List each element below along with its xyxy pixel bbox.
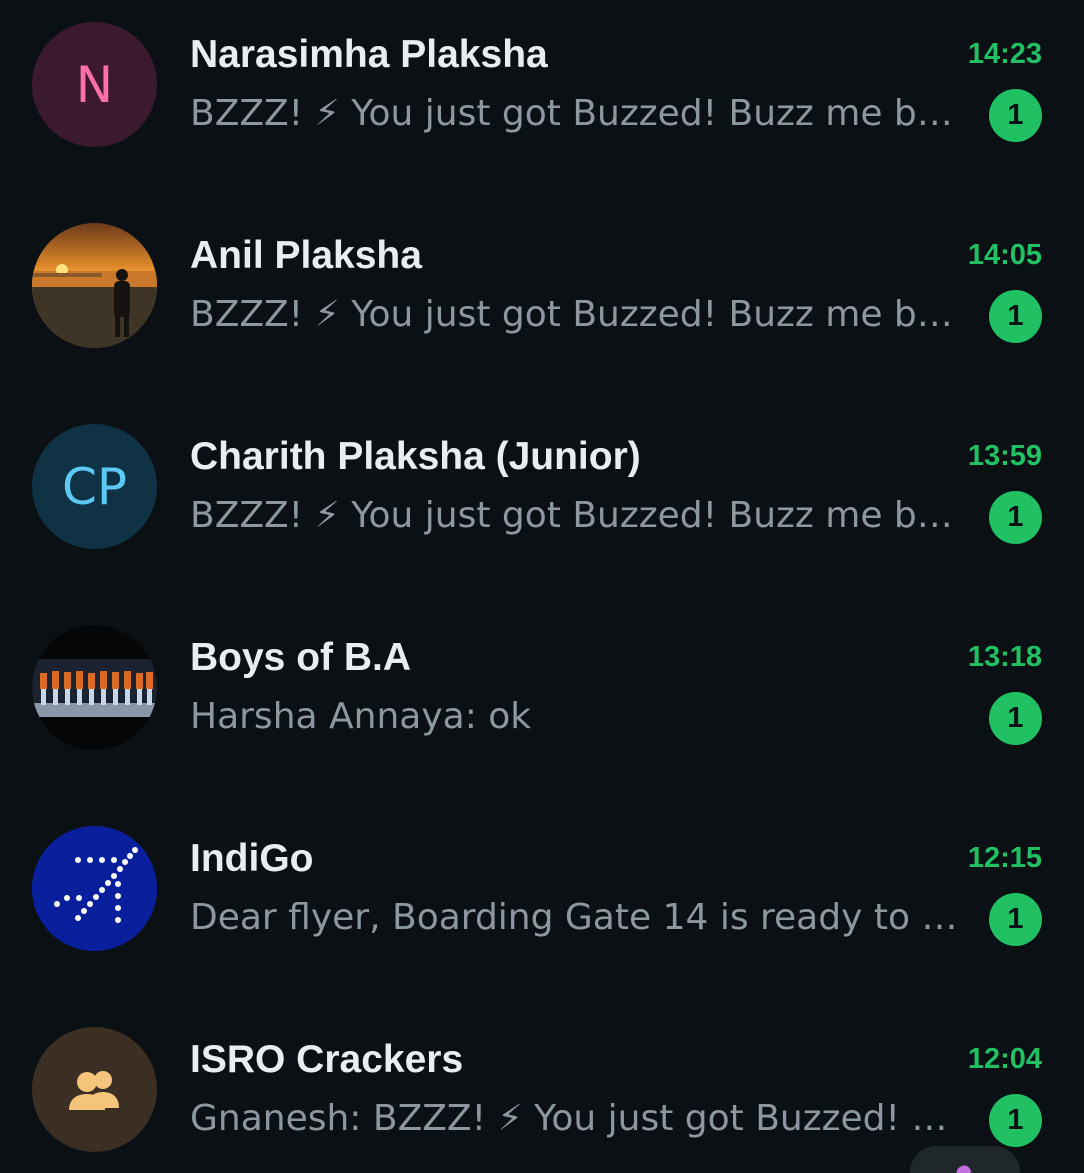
message-time: 12:15 [967,842,1042,874]
unread-badge: 1 [989,1094,1042,1147]
unread-badge: 1 [989,893,1042,946]
chat-row-indigo[interactable]: IndiGo 12:15 Dear flyer, Boarding Gate 1… [0,804,1084,1005]
message-preview: BZZZ! ⚡ You just got Buzzed! Buzz me bac… [190,93,960,134]
unread-badge: 1 [989,491,1042,544]
unread-badge: 1 [989,89,1042,142]
group-icon [68,1070,119,1110]
avatar[interactable]: CP [32,424,157,549]
message-preview: Harsha Annaya: ok [190,696,532,737]
message-preview: BZZZ! ⚡ You just got Buzzed! Buzz me bac… [190,495,960,536]
sunset-photo-icon [32,223,157,348]
chat-list: N Narasimha Plaksha 14:23 BZZZ! ⚡ You ju… [0,0,1084,1173]
avatar[interactable] [32,223,157,348]
ai-icon [954,1163,972,1173]
contact-name: ISRO Crackers [190,1038,464,1081]
message-time: 14:23 [967,38,1042,70]
message-preview: Gnanesh: BZZZ! ⚡ You just got Buzzed! Bu… [190,1098,960,1139]
unread-badge: 1 [989,692,1042,745]
message-preview: BZZZ! ⚡ You just got Buzzed! Buzz me bac… [190,294,960,335]
contact-name: Narasimha Plaksha [190,33,548,76]
group-photo-icon [32,625,157,750]
unread-badge: 1 [989,290,1042,343]
contact-name: Anil Plaksha [190,234,422,277]
message-preview: Dear flyer, Boarding Gate 14 is ready to… [190,897,960,938]
message-time: 13:59 [967,440,1042,472]
message-time: 14:05 [967,239,1042,271]
avatar[interactable] [32,826,157,951]
floating-action-button[interactable] [910,1146,1020,1173]
contact-name: Boys of B.A [190,636,412,679]
contact-name: IndiGo [190,837,314,880]
chat-row-boys-of-ba[interactable]: Boys of B.A 13:18 Harsha Annaya: ok 1 [0,603,1084,804]
message-time: 13:18 [967,641,1042,673]
avatar[interactable]: N [32,22,157,147]
avatar-initials: CP [61,457,128,516]
contact-name: Charith Plaksha (Junior) [190,435,641,478]
chat-row-isro-crackers[interactable]: ISRO Crackers 12:04 Gnanesh: BZZZ! ⚡ You… [0,1005,1084,1173]
chat-row-charith-plaksha[interactable]: CP Charith Plaksha (Junior) 13:59 BZZZ! … [0,402,1084,603]
indigo-logo-icon [32,826,157,951]
avatar-initials: N [75,55,114,114]
chat-row-anil-plaksha[interactable]: Anil Plaksha 14:05 BZZZ! ⚡ You just got … [0,201,1084,402]
avatar[interactable] [32,625,157,750]
avatar[interactable] [32,1027,157,1152]
chat-row-narasimha-plaksha[interactable]: N Narasimha Plaksha 14:23 BZZZ! ⚡ You ju… [0,0,1084,201]
message-time: 12:04 [967,1043,1042,1075]
